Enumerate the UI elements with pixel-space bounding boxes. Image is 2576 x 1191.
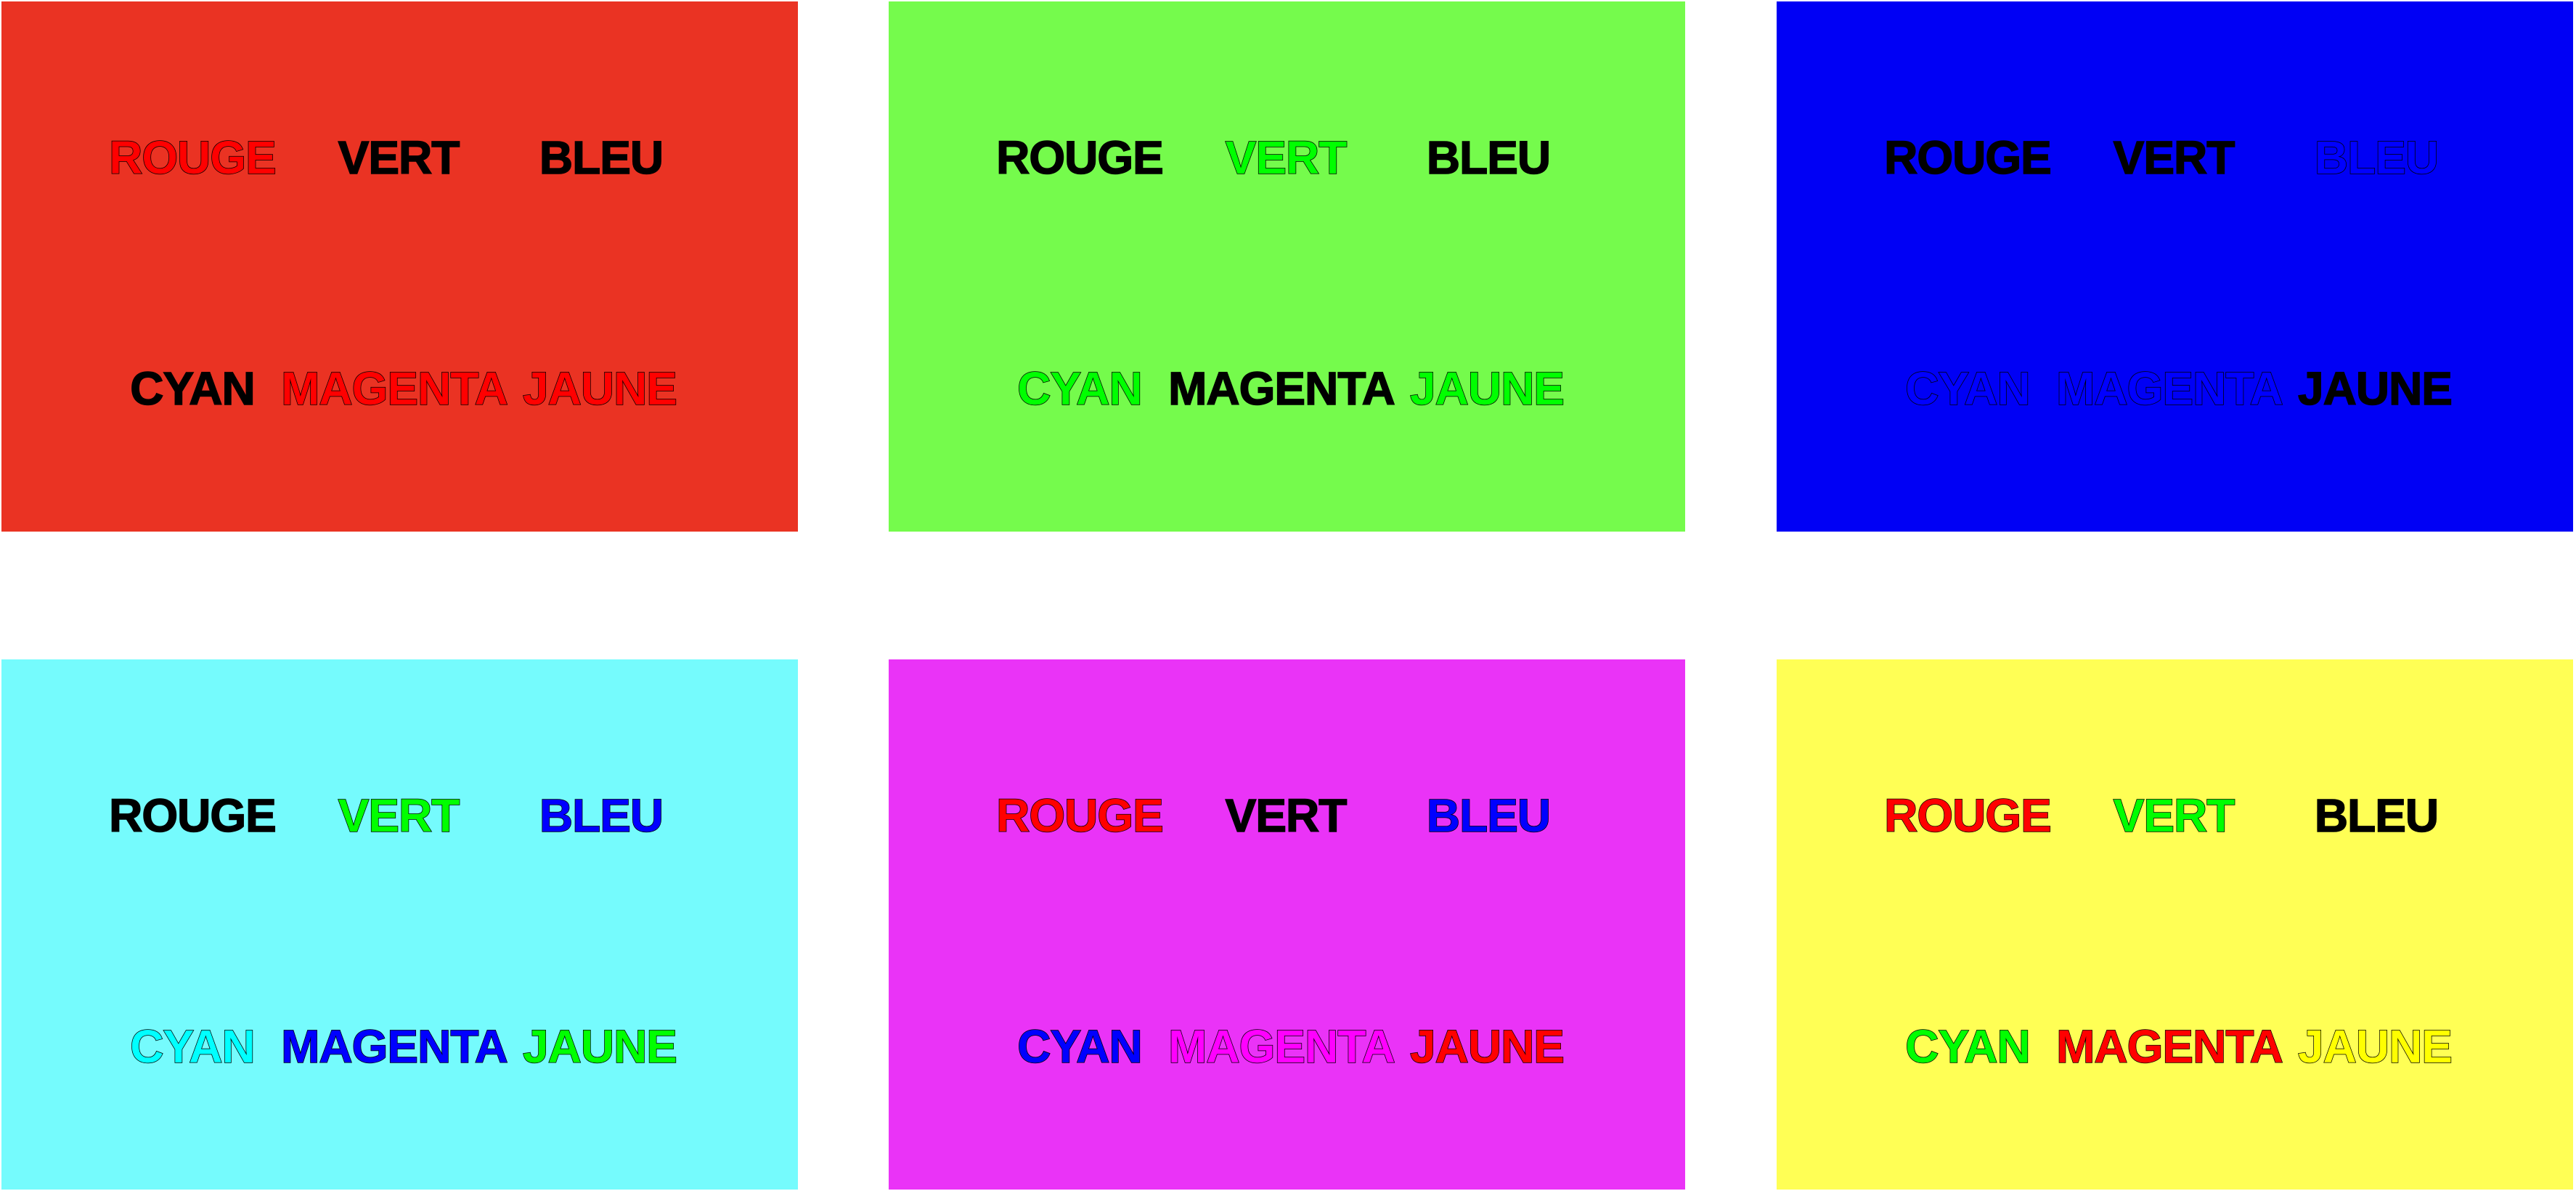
word-cyan: CYAN xyxy=(1905,1020,2031,1073)
word-rouge: ROUGE xyxy=(1883,789,2052,842)
word-jaune: JAUNE xyxy=(522,362,677,415)
word-jaune: JAUNE xyxy=(1409,1020,1565,1073)
word-jaune: JAUNE xyxy=(2297,362,2453,415)
word-magenta: MAGENTA xyxy=(280,362,508,415)
word-bleu: BLEU xyxy=(1426,789,1552,842)
word-rouge: ROUGE xyxy=(995,131,1164,184)
word-vert: VERT xyxy=(1225,789,1348,842)
word-rouge: ROUGE xyxy=(1883,131,2052,184)
word-vert: VERT xyxy=(338,131,460,184)
color-panel-cyan: ROUGE VERT BLEU CYAN MAGENTA JAUNE xyxy=(1,659,798,1190)
word-bleu: BLEU xyxy=(2314,131,2440,184)
color-panel-yellow: ROUGE VERT BLEU CYAN MAGENTA JAUNE xyxy=(1777,659,2573,1190)
color-panel-magenta: ROUGE VERT BLEU CYAN MAGENTA JAUNE xyxy=(889,659,1685,1190)
word-jaune: JAUNE xyxy=(2297,1020,2453,1073)
word-bleu: BLEU xyxy=(1426,131,1552,184)
word-cyan: CYAN xyxy=(1017,1020,1144,1073)
word-magenta: MAGENTA xyxy=(1167,362,1395,415)
word-jaune: JAUNE xyxy=(522,1020,677,1073)
word-magenta: MAGENTA xyxy=(2055,362,2283,415)
color-panel-green: ROUGE VERT BLEU CYAN MAGENTA JAUNE xyxy=(889,1,1685,532)
color-panel-blue: ROUGE VERT BLEU CYAN MAGENTA JAUNE xyxy=(1777,1,2573,532)
word-magenta: MAGENTA xyxy=(2055,1020,2283,1073)
word-magenta: MAGENTA xyxy=(280,1020,508,1073)
word-cyan: CYAN xyxy=(130,1020,256,1073)
word-vert: VERT xyxy=(338,789,460,842)
word-vert: VERT xyxy=(2113,131,2235,184)
color-panel-red: ROUGE VERT BLEU CYAN MAGENTA JAUNE xyxy=(1,1,798,532)
word-cyan: CYAN xyxy=(1017,362,1144,415)
word-magenta: MAGENTA xyxy=(1167,1020,1395,1073)
word-bleu: BLEU xyxy=(2314,789,2440,842)
word-cyan: CYAN xyxy=(1905,362,2031,415)
word-rouge: ROUGE xyxy=(995,789,1164,842)
word-rouge: ROUGE xyxy=(108,131,277,184)
word-bleu: BLEU xyxy=(539,131,664,184)
word-vert: VERT xyxy=(1225,131,1348,184)
word-rouge: ROUGE xyxy=(108,789,277,842)
word-bleu: BLEU xyxy=(539,789,664,842)
word-vert: VERT xyxy=(2113,789,2235,842)
word-jaune: JAUNE xyxy=(1409,362,1565,415)
word-cyan: CYAN xyxy=(130,362,256,415)
